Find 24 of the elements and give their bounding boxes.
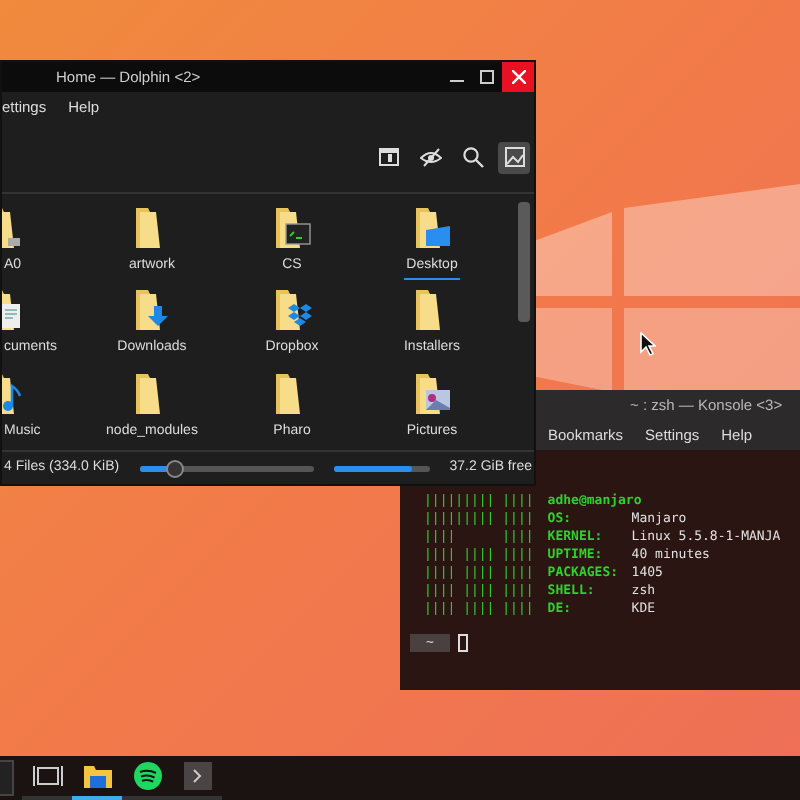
toolbar-button[interactable] (498, 141, 530, 173)
mouse-pointer-icon (640, 332, 656, 356)
scrollbar[interactable] (518, 202, 530, 322)
panel-icon (377, 146, 399, 168)
close-icon (511, 70, 525, 84)
eye-slashed-icon (419, 146, 441, 168)
taskbar-button[interactable] (122, 756, 172, 800)
maximize-icon (480, 70, 494, 84)
folder-desktop-icon (412, 206, 452, 250)
search-icon (461, 146, 483, 168)
image-icon (503, 146, 525, 168)
zoom-slider[interactable] (139, 465, 314, 471)
folder-dropbox-icon (272, 288, 312, 333)
folder-document-icon (2, 288, 26, 333)
folder-pictures-icon (412, 371, 452, 416)
terminal-icon (181, 760, 213, 792)
text-cursor (457, 634, 468, 652)
folder-terminal-icon (272, 206, 312, 250)
close-button[interactable] (502, 62, 534, 92)
pager-icon (31, 760, 63, 792)
folder-icon (2, 206, 26, 250)
file-manager-icon (81, 760, 113, 792)
slider-handle[interactable] (166, 459, 185, 477)
folder-download-icon (132, 288, 172, 333)
